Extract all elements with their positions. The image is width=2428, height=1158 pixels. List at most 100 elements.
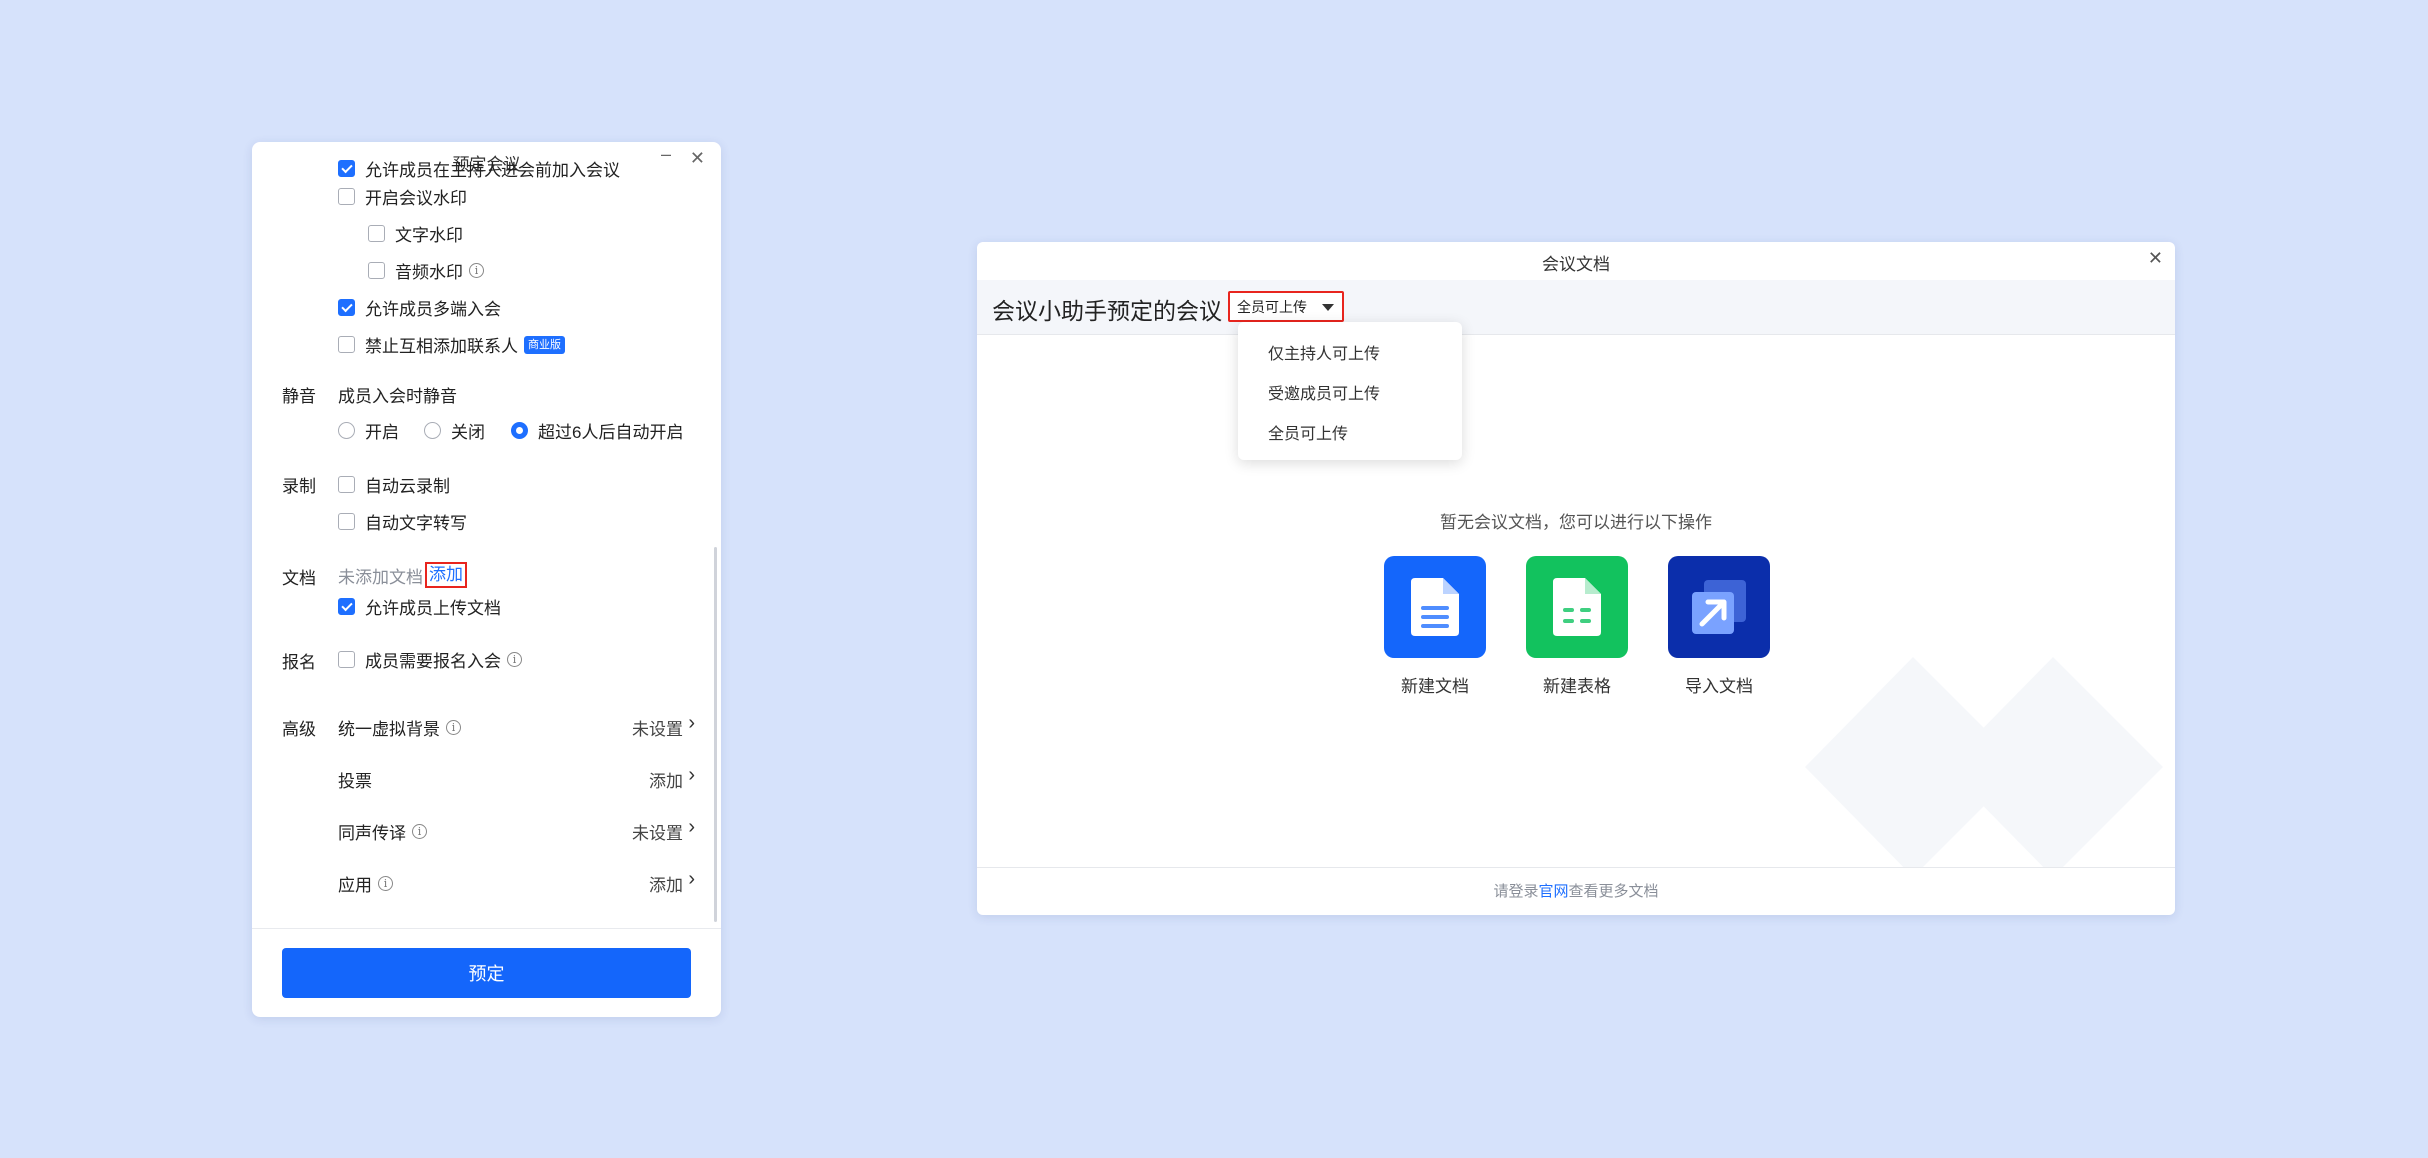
text-watermark-option[interactable]: 文字水印 <box>368 221 463 246</box>
import-doc-label: 导入文档 <box>1685 677 1753 696</box>
mute-title-text: 成员入会时静音 <box>338 387 457 406</box>
auto-cloud-record-option[interactable]: 自动云录制 <box>338 472 450 497</box>
checkbox[interactable] <box>338 160 355 177</box>
new-sheet-label: 新建表格 <box>1543 677 1611 696</box>
interpretation-value[interactable]: 未设置 <box>632 819 683 844</box>
info-icon[interactable]: i <box>469 263 484 278</box>
info-icon[interactable]: i <box>412 824 427 839</box>
permission-dropdown: 仅主持人可上传 受邀成员可上传 全员可上传 <box>1238 322 1462 460</box>
chevron-right-icon[interactable]: › <box>688 816 695 839</box>
mute-option-auto[interactable]: 超过6人后自动开启 <box>511 418 683 443</box>
meeting-name: 会议小助手预定的会议 <box>992 298 1222 324</box>
new-doc-button[interactable] <box>1384 556 1486 658</box>
meeting-docs-window: 会议文档 ✕ 会议小助手预定的会议 全员可上传 仅主持人可上传 受邀成员可上传 … <box>977 242 2175 915</box>
watermark-label: 开启会议水印 <box>365 189 467 208</box>
info-icon[interactable]: i <box>507 652 522 667</box>
require-signup-label: 成员需要报名入会 <box>365 652 501 671</box>
apps-row[interactable]: 应用 i <box>338 871 393 896</box>
upload-permission-select[interactable]: 全员可上传 <box>1228 291 1344 322</box>
empty-tip: 暂无会议文档，您可以进行以下操作 <box>1440 513 1712 532</box>
caret-down-icon <box>1322 304 1334 311</box>
mute-title: 成员入会时静音 <box>338 382 457 407</box>
option-all-members[interactable]: 全员可上传 <box>1268 420 1348 444</box>
add-doc-link[interactable]: 添加 <box>425 562 467 588</box>
multi-device-option[interactable]: 允许成员多端入会 <box>338 295 501 320</box>
docs-section-label: 文档 <box>282 569 316 588</box>
virtual-background-row[interactable]: 统一虚拟背景 i <box>338 715 461 740</box>
scrollbar[interactable] <box>714 547 717 922</box>
new-doc-label: 新建文档 <box>1401 677 1469 696</box>
audio-watermark-option[interactable]: 音频水印 i <box>368 258 484 283</box>
virtual-background-label: 统一虚拟背景 <box>338 720 440 739</box>
no-add-contacts-option[interactable]: 禁止互相添加联系人 商业版 <box>338 332 565 357</box>
chevron-right-icon[interactable]: › <box>688 712 695 735</box>
record-section-label: 录制 <box>282 477 316 496</box>
apps-value[interactable]: 添加 <box>649 871 683 896</box>
allow-upload-checkbox[interactable] <box>338 598 355 615</box>
audio-watermark-checkbox[interactable] <box>368 262 385 279</box>
close-icon[interactable]: ✕ <box>690 148 705 169</box>
require-signup-option[interactable]: 成员需要报名入会 i <box>338 647 522 672</box>
no-add-contacts-label: 禁止互相添加联系人 <box>365 337 518 356</box>
multi-device-label: 允许成员多端入会 <box>365 300 501 319</box>
option-invited-members[interactable]: 受邀成员可上传 <box>1268 380 1380 404</box>
virtual-background-value[interactable]: 未设置 <box>632 715 683 740</box>
docs-status: 未添加文档 <box>338 567 423 587</box>
official-site-link[interactable]: 官网 <box>1538 883 1568 900</box>
docs-status-row: 未添加文档 添加 <box>338 562 467 588</box>
radio[interactable] <box>338 422 355 439</box>
radio-selected[interactable] <box>511 422 528 439</box>
info-icon[interactable]: i <box>446 720 461 735</box>
import-doc-button[interactable] <box>1668 556 1770 658</box>
cut-off-row[interactable]: 允许成员在主持人进会前加入会议 <box>338 156 620 181</box>
doc-icon <box>1411 578 1459 636</box>
mute-option-off[interactable]: 关闭 <box>424 418 485 443</box>
auto-transcribe-checkbox[interactable] <box>338 513 355 530</box>
apps-label: 应用 <box>338 876 372 895</box>
chevron-right-icon[interactable]: › <box>688 764 695 787</box>
interpretation-label: 同声传译 <box>338 824 406 843</box>
watermark-option[interactable]: 开启会议水印 <box>338 184 467 209</box>
allow-upload-option[interactable]: 允许成员上传文档 <box>338 594 501 619</box>
import-icon <box>1692 580 1746 634</box>
watermark-checkbox[interactable] <box>338 188 355 205</box>
require-signup-checkbox[interactable] <box>338 651 355 668</box>
mute-option-on[interactable]: 开启 <box>338 418 399 443</box>
footer-suffix: 查看更多文档 <box>1568 883 1659 900</box>
auto-cloud-record-label: 自动云录制 <box>365 477 450 496</box>
new-sheet-button[interactable] <box>1526 556 1628 658</box>
close-icon[interactable]: ✕ <box>2148 248 2163 269</box>
mute-section-label: 静音 <box>282 387 316 406</box>
vote-value[interactable]: 添加 <box>649 767 683 792</box>
vote-label: 投票 <box>338 772 372 791</box>
signup-section-label: 报名 <box>282 653 316 672</box>
radio-label: 开启 <box>365 423 399 442</box>
chevron-right-icon[interactable]: › <box>688 868 695 891</box>
auto-cloud-record-checkbox[interactable] <box>338 476 355 493</box>
no-add-contacts-checkbox[interactable] <box>338 336 355 353</box>
schedule-button[interactable]: 预定 <box>282 948 691 998</box>
window-title: 会议文档 <box>1542 255 1610 274</box>
footer-hint: 请登录官网查看更多文档 <box>977 880 2175 901</box>
interpretation-row[interactable]: 同声传译 i <box>338 819 427 844</box>
radio-label: 超过6人后自动开启 <box>538 423 684 442</box>
footer-divider <box>252 928 721 929</box>
info-icon[interactable]: i <box>378 876 393 891</box>
auto-transcribe-option[interactable]: 自动文字转写 <box>338 509 467 534</box>
footer-divider <box>977 867 2175 868</box>
sheet-icon <box>1553 578 1601 636</box>
multi-device-checkbox[interactable] <box>338 299 355 316</box>
minimize-icon[interactable]: – <box>661 144 671 165</box>
business-badge: 商业版 <box>524 335 565 354</box>
text-watermark-label: 文字水印 <box>395 226 463 245</box>
vote-row[interactable]: 投票 <box>338 767 372 792</box>
settings-scroll-area[interactable]: 允许成员在主持人进会前加入会议 开启会议水印 文字水印 音频水印 i 允许成员多… <box>252 160 721 1017</box>
option-host-only[interactable]: 仅主持人可上传 <box>1268 340 1380 364</box>
advanced-section-label: 高级 <box>282 720 316 739</box>
text-watermark-checkbox[interactable] <box>368 225 385 242</box>
background-logo-watermark <box>1805 657 2163 867</box>
radio[interactable] <box>424 422 441 439</box>
allow-upload-label: 允许成员上传文档 <box>365 599 501 618</box>
cut-off-label: 允许成员在主持人进会前加入会议 <box>365 161 620 180</box>
permission-selected: 全员可上传 <box>1237 298 1307 315</box>
